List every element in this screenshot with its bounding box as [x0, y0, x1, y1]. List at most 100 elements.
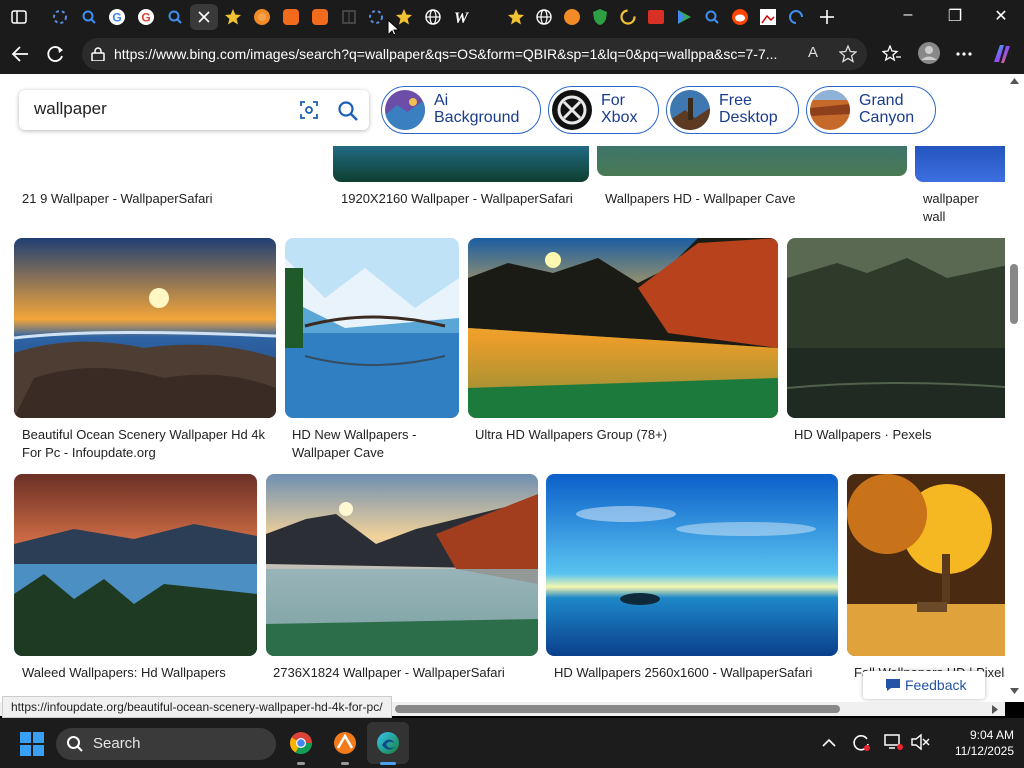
caption-ultra-hd-wallpapers[interactable]: Ultra HD Wallpapers Group (78+): [475, 426, 775, 444]
address-bar-row: https://www.bing.com/images/search?q=wal…: [0, 34, 1024, 74]
windows-start-icon[interactable]: [20, 732, 44, 756]
caption-wallpapers-hd-cave[interactable]: Wallpapers HD - Wallpaper Cave: [605, 190, 905, 208]
sticky-search-header: wallpaper Ai Background For Xbox Free Deskt…: [0, 74, 1005, 146]
chip-grand-canyon-thumbnail: [810, 90, 850, 130]
address-bar[interactable]: https://www.bing.com/images/search?q=wal…: [82, 38, 867, 70]
image-result-hd-wallpapers-2560x1600[interactable]: [546, 474, 838, 656]
tab-loading-icon[interactable]: [47, 4, 73, 30]
tab-brave-icon-2[interactable]: [559, 4, 585, 30]
caption-1920x2160-wallpaper[interactable]: 1920X2160 Wallpaper - WallpaperSafari: [341, 190, 586, 208]
image-result-fall-wallpapers[interactable]: [847, 474, 1005, 656]
scroll-right-arrow-icon[interactable]: [992, 705, 998, 714]
tab-blogger-icon[interactable]: [278, 4, 304, 30]
search-input[interactable]: wallpaper: [34, 99, 107, 119]
chip-for-xbox-label: For Xbox: [601, 92, 638, 126]
taskbar-orange-app-icon[interactable]: [333, 731, 357, 755]
tab-play-icon[interactable]: [671, 4, 697, 30]
volume-muted-icon[interactable]: [910, 733, 930, 751]
close-window-icon[interactable]: ✕: [986, 6, 1016, 26]
tab-google-icon[interactable]: G: [104, 4, 130, 30]
horizontal-scroll-thumb[interactable]: [395, 705, 840, 713]
tab-favorite-star-icon-3[interactable]: [503, 4, 529, 30]
chip-free-desktop[interactable]: Free Desktop: [666, 86, 799, 134]
profile-avatar[interactable]: [917, 41, 941, 65]
maximize-icon[interactable]: ❐: [940, 6, 970, 26]
tab-strip: G G W – ❐ ✕: [0, 0, 1024, 39]
tab-globe-icon-2[interactable]: [531, 4, 557, 30]
chip-ai-background[interactable]: Ai Background: [381, 86, 541, 134]
caption-2736x1824-wallpaper[interactable]: 2736X1824 Wallpaper - WallpaperSafari: [273, 664, 535, 682]
sync-icon[interactable]: [851, 732, 871, 752]
tab-actions-icon[interactable]: [6, 4, 32, 30]
image-result-hd-new-wallpapers[interactable]: [285, 238, 459, 418]
tab-loading-icon-2[interactable]: [363, 4, 389, 30]
search-box[interactable]: wallpaper: [19, 90, 369, 130]
network-icon[interactable]: [884, 733, 904, 751]
tab-reddit-icon[interactable]: [727, 4, 753, 30]
image-result-2736x1824-wallpaper[interactable]: [266, 474, 538, 656]
visual-search-camera-icon[interactable]: [299, 100, 319, 120]
taskbar-chrome-icon[interactable]: [289, 731, 313, 755]
tab-bing-search-icon[interactable]: [76, 4, 102, 30]
caption-wallpaper-wallpapers[interactable]: wallpaper wall wallpapers: [923, 190, 1003, 226]
show-hidden-icons-chevron-icon[interactable]: [822, 738, 836, 747]
image-result-ocean-scenery[interactable]: [14, 238, 276, 418]
caption-ocean-scenery[interactable]: Beautiful Ocean Scenery Wallpaper Hd 4k …: [22, 426, 274, 462]
tab-image-icon[interactable]: [755, 4, 781, 30]
taskbar-search-box[interactable]: Search: [56, 728, 276, 760]
caption-hd-wallpapers-pexels[interactable]: HD Wallpapers · Pexels: [794, 426, 1004, 444]
vertical-scrollbar[interactable]: [1005, 74, 1024, 702]
tab-close-icon[interactable]: [190, 4, 218, 30]
caption-hd-wallpapers-2560x1600[interactable]: HD Wallpapers 2560x1600 - WallpaperSafar…: [554, 664, 836, 682]
chip-for-xbox-thumbnail: [552, 90, 592, 130]
tab-grid-icon[interactable]: [336, 4, 362, 30]
tab-bing-search-icon-3[interactable]: [699, 4, 725, 30]
bing-images-page: 21 9 Wallpaper - WallpaperSafari 1920X21…: [0, 74, 1005, 702]
tab-bing-search-icon-2[interactable]: [162, 4, 188, 30]
scroll-down-arrow-icon[interactable]: [1010, 688, 1019, 694]
url-text[interactable]: https://www.bing.com/images/search?q=wal…: [114, 46, 794, 62]
tab-blogger-icon-2[interactable]: [307, 4, 333, 30]
image-result-ultra-hd-wallpapers[interactable]: [468, 238, 778, 418]
tab-shield-icon[interactable]: [587, 4, 613, 30]
chip-free-desktop-thumbnail: [670, 90, 710, 130]
favorites-icon[interactable]: [882, 45, 902, 63]
tab-loading-spinner-icon[interactable]: [783, 4, 809, 30]
chrome-running-indicator: [297, 762, 305, 765]
minimize-icon[interactable]: –: [893, 6, 923, 24]
read-aloud-icon[interactable]: A: [808, 44, 818, 61]
svg-text:G: G: [141, 11, 150, 25]
back-icon[interactable]: [10, 45, 30, 63]
search-icon[interactable]: [337, 100, 359, 122]
chip-grand-canyon-label: Grand Canyon: [859, 92, 915, 126]
refresh-icon[interactable]: [46, 44, 66, 64]
clock-date: 11/12/2025: [954, 744, 1014, 758]
caption-21-9-wallpaper[interactable]: 21 9 Wallpaper - WallpaperSafari: [22, 190, 322, 208]
new-tab-icon[interactable]: [814, 4, 840, 30]
tab-favorite-star-icon[interactable]: [220, 4, 246, 30]
chip-grand-canyon[interactable]: Grand Canyon: [806, 86, 936, 134]
image-result-hd-wallpapers-pexels[interactable]: [787, 238, 1005, 418]
caption-hd-new-wallpapers[interactable]: HD New Wallpapers - Wallpaper Cave: [292, 426, 457, 462]
chip-for-xbox[interactable]: For Xbox: [548, 86, 659, 134]
tab-wikipedia-icon[interactable]: W: [448, 4, 474, 30]
image-result-waleed-wallpapers[interactable]: [14, 474, 257, 656]
favorite-star-outline-icon[interactable]: [839, 45, 857, 63]
tab-loading-ring-icon[interactable]: [615, 4, 641, 30]
system-clock[interactable]: 9:04 AM 11/12/2025: [944, 727, 1014, 759]
site-info-lock-icon[interactable]: [90, 47, 106, 61]
copilot-icon[interactable]: [990, 42, 1014, 66]
taskbar-search-label: Search: [93, 735, 141, 752]
tab-globe-icon[interactable]: [420, 4, 446, 30]
feedback-button[interactable]: Feedback: [863, 671, 985, 699]
scroll-up-arrow-icon[interactable]: [1010, 78, 1019, 84]
tab-google-icon-2[interactable]: G: [133, 4, 159, 30]
vertical-scroll-thumb[interactable]: [1010, 264, 1018, 324]
tab-red-app-icon[interactable]: [643, 4, 669, 30]
svg-text:G: G: [112, 11, 121, 25]
more-menu-icon[interactable]: [955, 51, 973, 57]
taskbar-edge-icon[interactable]: [376, 731, 400, 755]
caption-waleed-wallpapers[interactable]: Waleed Wallpapers: Hd Wallpapers: [22, 664, 257, 682]
tab-brave-icon[interactable]: [249, 4, 275, 30]
chip-ai-background-thumbnail: [385, 90, 425, 130]
